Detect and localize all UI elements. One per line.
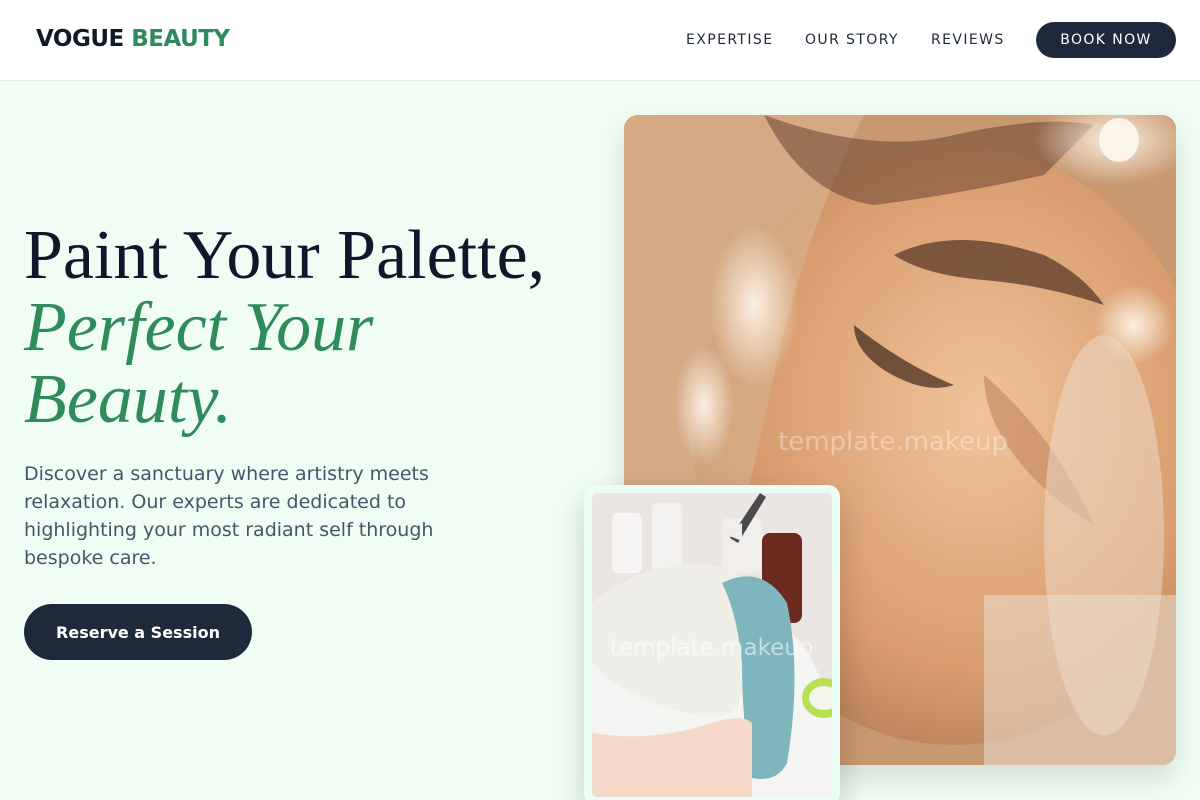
inset-image-watermark: template.makeup (610, 635, 814, 661)
nav-link-our-story[interactable]: OUR STORY (805, 31, 899, 49)
headline-line-1: Paint Your Palette, (24, 217, 546, 294)
nav-link-reviews[interactable]: REVIEWS (931, 31, 1005, 49)
headline-line-3: Beauty. (24, 361, 232, 438)
hero-headline: Paint Your Palette, Perfect Your Beauty. (24, 220, 604, 436)
headline-line-2: Perfect Your (24, 289, 374, 366)
main-image-watermark: template.makeup (778, 427, 1009, 457)
hero-description: Discover a sanctuary where artistry meet… (24, 463, 434, 569)
nav-link-expertise[interactable]: EXPERTISE (686, 31, 773, 49)
site-header: VOGUE BEAUTY EXPERTISE OUR STORY REVIEWS… (0, 0, 1200, 81)
reserve-session-button[interactable]: Reserve a Session (24, 604, 252, 660)
logo[interactable]: VOGUE BEAUTY (36, 24, 230, 54)
logo-word-vogue: VOGUE (36, 26, 124, 52)
logo-word-beauty: BEAUTY (131, 26, 230, 52)
book-now-button[interactable]: BOOK NOW (1036, 22, 1176, 58)
inset-image-card: template.makeup (584, 485, 840, 800)
facial-mask-image: template.makeup (592, 493, 832, 797)
